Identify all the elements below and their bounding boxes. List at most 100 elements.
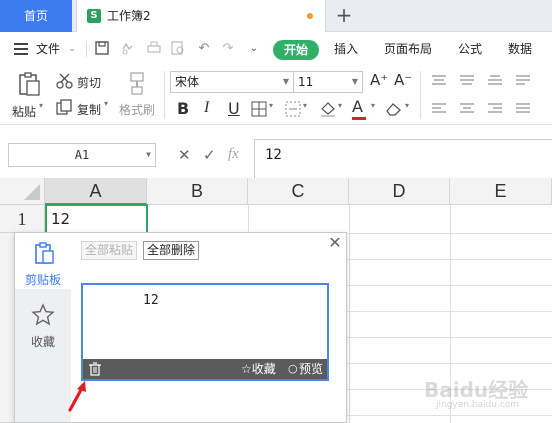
font-color-swatch — [352, 117, 366, 120]
chevron-down-icon: ▼ — [282, 77, 289, 86]
close-icon[interactable]: ✕ — [327, 235, 343, 251]
cut-button[interactable]: 剪切 — [77, 74, 101, 91]
name-box-value: A1 — [74, 148, 90, 162]
paste-icon[interactable] — [16, 71, 42, 97]
print-icon[interactable] — [146, 41, 162, 57]
print-preview-icon[interactable] — [170, 41, 186, 57]
divider — [164, 71, 165, 119]
sidebar-item-favorites-label: 收藏 — [30, 335, 55, 349]
formula-input[interactable]: 12 — [254, 139, 552, 179]
sidebar-item-favorites[interactable]: 收藏 — [15, 297, 71, 353]
tab-formulas[interactable]: 公式 — [458, 33, 482, 65]
scissors-icon — [56, 73, 74, 89]
tab-workbook[interactable]: S 工作簿2 — [76, 0, 326, 32]
chevron-down-icon[interactable]: ▾ — [371, 101, 375, 110]
watermark-logo: Baidu经验 — [424, 378, 529, 402]
align-bottom-icon[interactable] — [488, 75, 502, 87]
italic-button[interactable]: I — [204, 99, 209, 117]
hamburger-icon[interactable] — [14, 43, 28, 55]
tab-start[interactable]: 开始 — [273, 40, 319, 60]
more-dropdown-icon[interactable]: ⌄ — [246, 41, 262, 57]
merge-cells-icon[interactable] — [285, 101, 301, 117]
row-header-1[interactable]: 1 — [0, 205, 45, 233]
watermark-url: jingyan.baidu.com — [436, 400, 520, 410]
clipboard-item[interactable]: 12 ☆收藏 ○ 预览 — [81, 283, 329, 381]
column-header-a[interactable]: A — [45, 178, 147, 205]
font-name-select[interactable]: 宋体 ▼ — [170, 71, 294, 93]
justify-icon[interactable] — [516, 103, 530, 115]
clipboard-item-actions: ☆收藏 ○ 预览 — [83, 359, 327, 379]
chevron-down-icon[interactable]: ▾ — [405, 101, 409, 110]
align-left-icon[interactable] — [432, 103, 446, 115]
chevron-down-icon[interactable]: ▾ — [338, 101, 342, 110]
increase-font-button[interactable]: A⁺ — [370, 71, 388, 89]
export-pdf-icon[interactable] — [120, 41, 136, 57]
chevron-down-icon[interactable]: ▾ — [269, 101, 273, 110]
format-painter-button[interactable]: 格式刷 — [119, 101, 155, 118]
star-icon — [31, 303, 55, 327]
insert-function-button[interactable]: fx — [228, 146, 239, 163]
column-header-e[interactable]: E — [450, 178, 552, 205]
divider — [86, 41, 87, 57]
search-icon: ○ — [288, 362, 298, 375]
cell-a1-value: 12 — [51, 210, 71, 228]
decrease-font-button[interactable]: A⁻ — [394, 71, 412, 89]
chevron-down-icon: ▼ — [351, 77, 358, 86]
sidebar-item-clipboard[interactable]: 剪贴板 — [15, 233, 71, 289]
new-tab-button[interactable]: + — [334, 4, 354, 28]
item-favorite-button[interactable]: ☆收藏 — [241, 359, 276, 379]
delete-all-button[interactable]: 全部删除 — [143, 241, 200, 260]
tab-insert[interactable]: 插入 — [334, 33, 358, 65]
font-name-value: 宋体 — [175, 75, 200, 89]
tab-home[interactable]: 首页 — [0, 0, 72, 32]
sidebar-item-clipboard-label: 剪贴板 — [24, 273, 61, 287]
paste-button[interactable]: 粘贴 — [12, 103, 36, 120]
chevron-down-icon: ▼ — [146, 150, 151, 159]
unsaved-dot-icon — [307, 13, 313, 19]
redo-icon[interactable]: ↷ — [220, 41, 236, 57]
item-preview-button[interactable]: 预览 — [299, 359, 323, 379]
ribbon-toolbar: 粘贴 ▾ 剪切 复制 ▾ 格式刷 宋体 ▼ 11 ▼ A⁺ A⁻ B I U ▾… — [0, 65, 552, 125]
font-color-icon[interactable]: A — [352, 97, 363, 116]
column-header-b[interactable]: B — [147, 178, 248, 205]
align-right-icon[interactable] — [488, 103, 502, 115]
align-center-icon[interactable] — [460, 103, 474, 115]
tab-workbook-label: 工作簿2 — [107, 9, 151, 23]
chevron-down-icon[interactable]: ▾ — [303, 101, 307, 110]
file-menu[interactable]: 文件 — [36, 33, 60, 65]
column-header-c[interactable]: C — [248, 178, 349, 205]
align-middle-icon[interactable] — [460, 75, 474, 87]
select-all-corner[interactable] — [0, 178, 45, 205]
cancel-icon[interactable]: ✕ — [178, 146, 191, 164]
underline-button[interactable]: U — [228, 99, 240, 118]
ribbon-menu-row: 文件 ⌄ ↶ ↷ ⌄ 开始 插入 页面布局 公式 数据 — [0, 33, 552, 65]
align-top-icon[interactable] — [432, 75, 446, 87]
tab-bar: 首页 S 工作簿2 + — [0, 0, 552, 32]
chevron-down-icon[interactable]: ▾ — [104, 99, 108, 108]
chevron-down-icon[interactable]: ⌄ — [64, 41, 80, 57]
copy-button[interactable]: 复制 — [77, 101, 101, 118]
name-box[interactable]: A1 ▼ — [8, 143, 156, 167]
trash-icon[interactable] — [89, 362, 101, 376]
chevron-down-icon[interactable]: ▾ — [39, 101, 43, 110]
copy-icon — [56, 99, 72, 115]
wrap-text-icon[interactable] — [516, 75, 530, 87]
eraser-icon[interactable] — [385, 101, 403, 117]
save-icon[interactable] — [94, 41, 110, 57]
annotation-arrow-icon — [66, 378, 90, 414]
column-header-d[interactable]: D — [349, 178, 450, 205]
fill-color-icon[interactable] — [319, 101, 337, 117]
paste-all-button[interactable]: 全部粘贴 — [81, 241, 138, 260]
confirm-check-icon[interactable]: ✓ — [203, 146, 216, 164]
bold-button[interactable]: B — [177, 99, 189, 118]
borders-icon[interactable] — [251, 101, 267, 117]
clipboard-item-text: 12 — [143, 293, 159, 308]
divider — [420, 71, 421, 119]
font-size-select[interactable]: 11 ▼ — [293, 71, 363, 93]
gridline — [349, 205, 350, 423]
tab-page-layout[interactable]: 页面布局 — [384, 33, 432, 65]
undo-icon[interactable]: ↶ — [196, 41, 212, 57]
format-painter-icon — [128, 71, 146, 97]
cell-a1[interactable]: 12 — [45, 204, 148, 234]
tab-data[interactable]: 数据 — [508, 33, 532, 65]
